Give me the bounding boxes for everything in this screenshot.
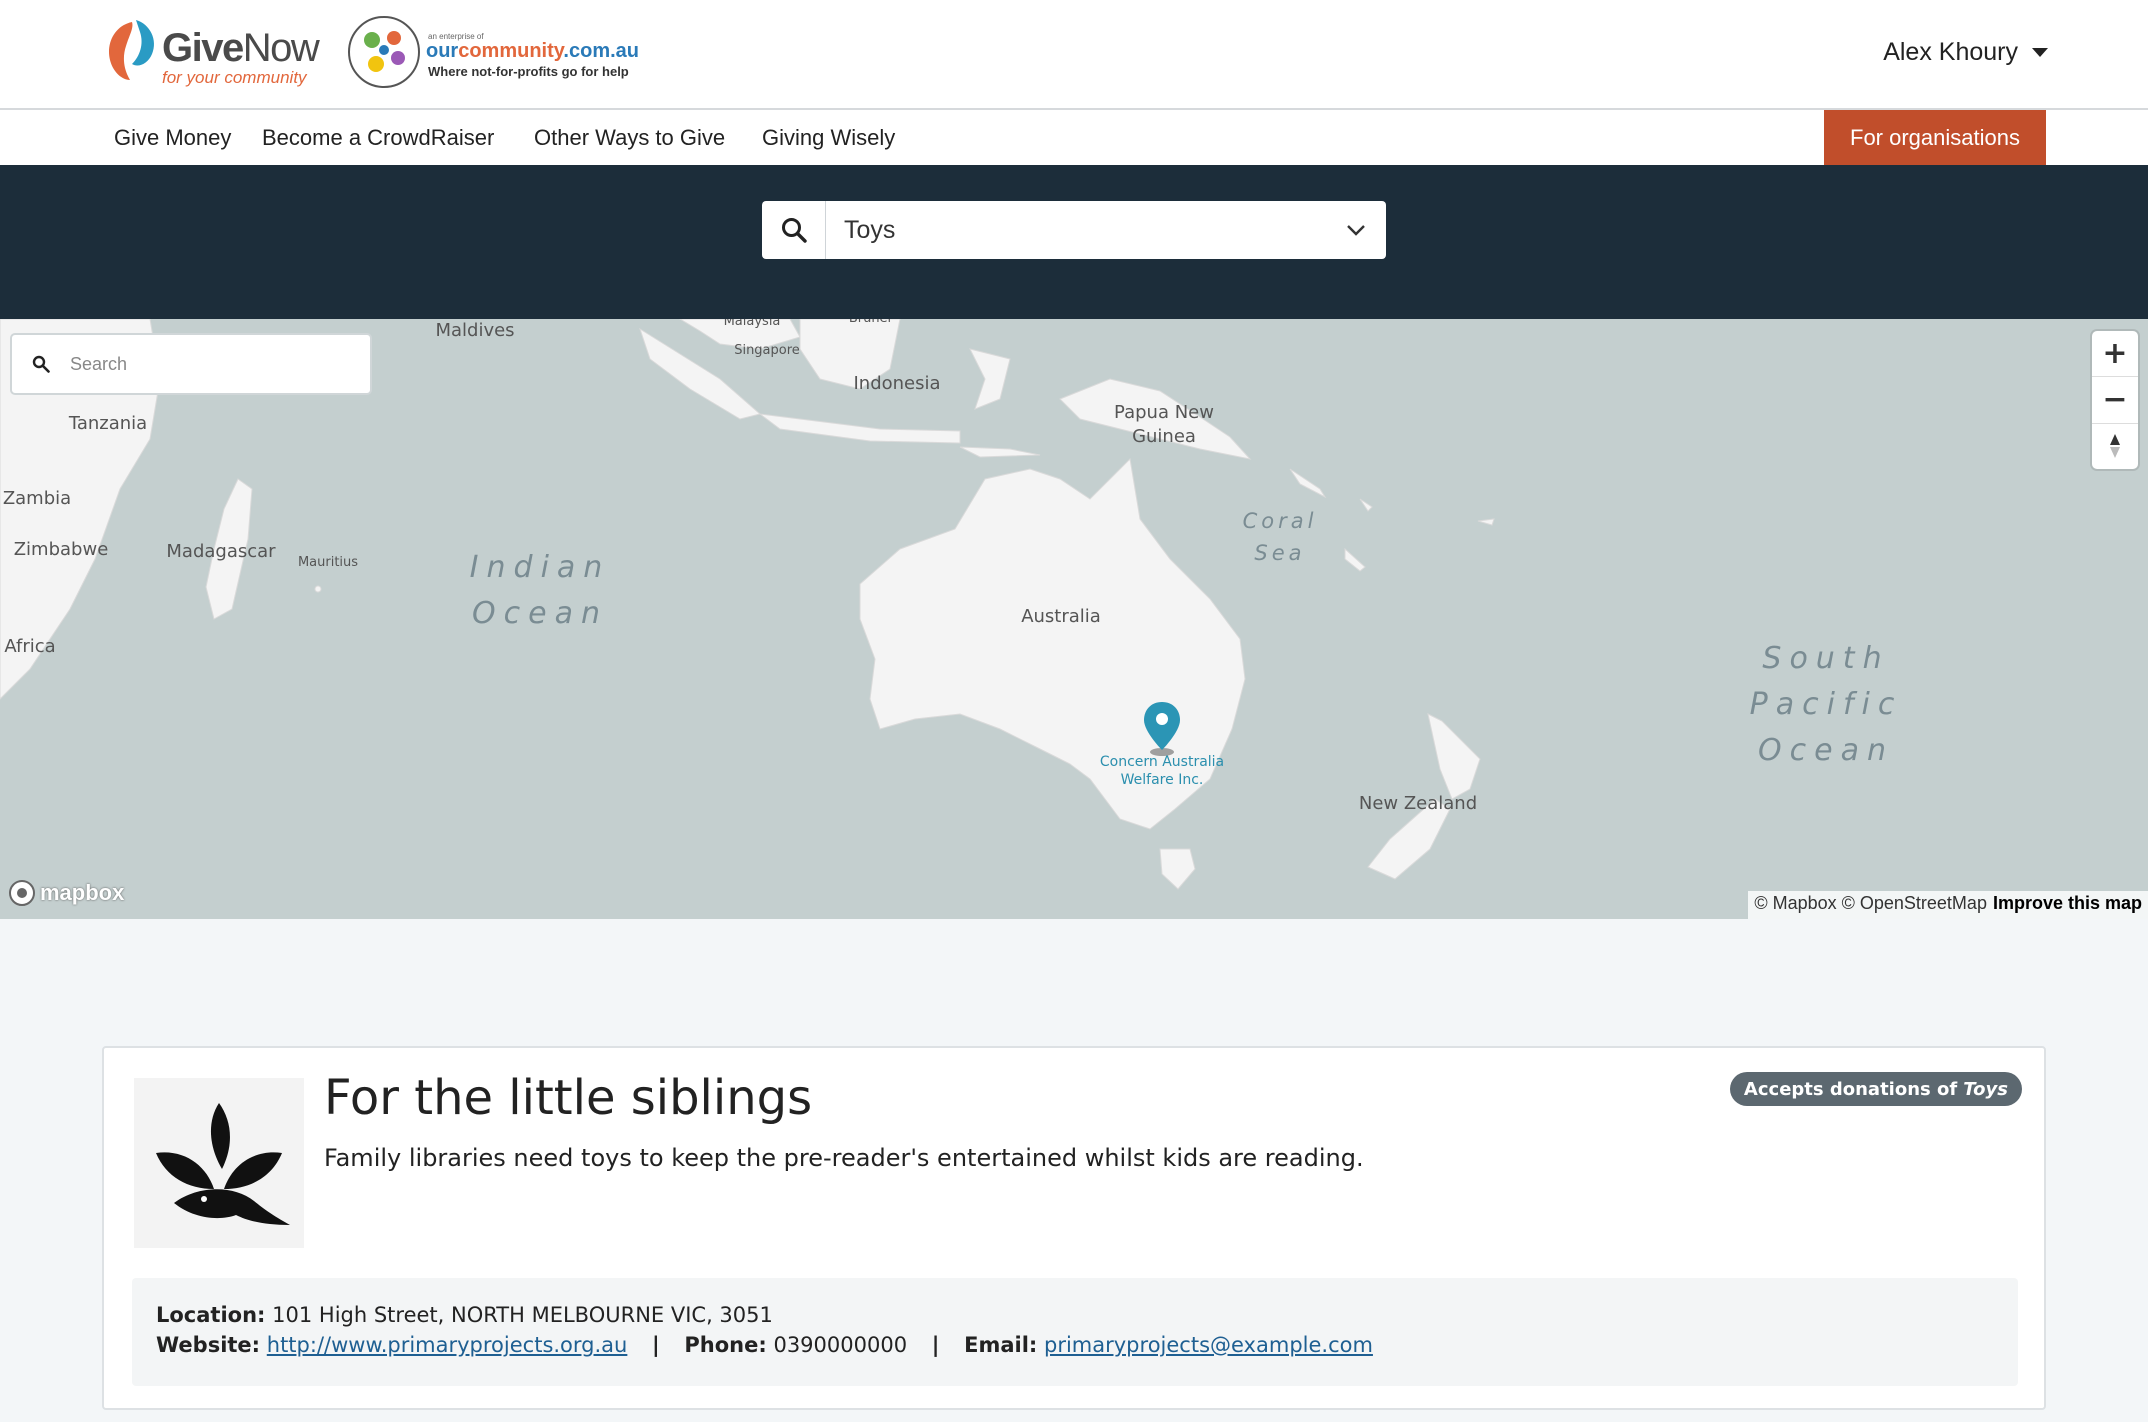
zoom-out-button[interactable]: −: [2092, 377, 2138, 424]
location-label: Location:: [156, 1303, 266, 1327]
map-search-box: [10, 333, 372, 395]
zoom-in-button[interactable]: +: [2092, 331, 2138, 378]
website-link[interactable]: http://www.primaryprojects.org.au: [267, 1333, 628, 1357]
email-label: Email:: [964, 1333, 1038, 1357]
nav-giving-wisely[interactable]: Giving Wisely: [762, 125, 895, 151]
for-organisations-button[interactable]: For organisations: [1824, 110, 2046, 165]
search-band: Toys: [0, 165, 2148, 319]
map-label-south-pacific-ocean: South Pacific Ocean: [1749, 641, 1903, 768]
listing-title: For the little siblings: [324, 1070, 813, 1126]
map-label-zambia: Zambia: [2, 488, 72, 509]
map-label-maldives: Maldives: [435, 320, 515, 341]
nav-give-money[interactable]: Give Money: [114, 125, 231, 151]
website-label: Website:: [156, 1333, 261, 1357]
listing-contact-details: Location: 101 High Street, NORTH MELBOUR…: [132, 1278, 2018, 1386]
category-select[interactable]: Toys: [762, 201, 1386, 259]
bird-leaf-logo-icon: [156, 1103, 290, 1225]
givenow-logo[interactable]: GiveNow for your community: [102, 16, 320, 92]
improve-map-link[interactable]: Improve this map: [1993, 893, 2142, 917]
listing-description: Family libraries need toys to keep the p…: [324, 1144, 1364, 1172]
nav-other-ways-to-give[interactable]: Other Ways to Give: [534, 125, 725, 151]
ourcommunity-tagline: Where not-for-profits go for help: [428, 64, 629, 79]
map-label-singapore: Singapore: [734, 343, 800, 358]
category-select-value: Toys: [844, 216, 896, 244]
accepts-donations-badge: Accepts donations of Toys: [1729, 1072, 2022, 1106]
map[interactable]: Maldives Malaysia Brunei Singapore Indon…: [0, 319, 2148, 919]
mapbox-icon: [9, 880, 35, 906]
ourcommunity-wordmark: ourcommunity.com.au: [426, 40, 639, 62]
map-label-australia: Australia: [1021, 606, 1101, 627]
separator: |: [652, 1333, 660, 1357]
map-attribution: © Mapbox © OpenStreetMap Improve this ma…: [1748, 891, 2148, 919]
map-label-indonesia: Indonesia: [853, 373, 941, 394]
map-label-papua-new-guinea: Papua New Guinea: [1114, 402, 1214, 447]
map-label-indian-ocean: Indian Ocean: [469, 550, 611, 631]
email-link[interactable]: primaryprojects@example.com: [1044, 1333, 1373, 1357]
map-label-coral-sea: Coral Sea: [1242, 509, 1318, 565]
phone-value: 0390000000: [773, 1333, 908, 1357]
contact-row: Website: http://www.primaryprojects.org.…: [156, 1330, 1994, 1360]
phone-label: Phone:: [684, 1333, 767, 1357]
map-zoom-controls: + −: [2092, 331, 2138, 469]
attribution-text[interactable]: © Mapbox © OpenStreetMap: [1754, 893, 1987, 917]
caret-down-icon: [2032, 48, 2048, 57]
mapbox-logo-text: mapbox: [40, 880, 125, 905]
listing-card: For the little siblings Family libraries…: [102, 1046, 2046, 1410]
search-icon: [762, 201, 826, 259]
nav-become-crowdraiser[interactable]: Become a CrowdRaiser: [262, 125, 494, 151]
user-menu[interactable]: Alex Khoury: [1883, 38, 2048, 67]
map-search-input[interactable]: [70, 353, 350, 375]
givenow-tagline: for your community: [162, 68, 307, 87]
givenow-drop-icon: [108, 20, 155, 80]
compass-icon[interactable]: [2092, 424, 2138, 469]
ourcommunity-logo[interactable]: an enterprise of ourcommunity.com.au Whe…: [346, 16, 646, 90]
givenow-wordmark: GiveNow: [162, 26, 320, 70]
map-label-new-zealand: New Zealand: [1358, 793, 1478, 814]
map-label-madagascar: Madagascar: [166, 541, 276, 562]
user-name: Alex Khoury: [1883, 38, 2018, 66]
map-marker-label[interactable]: Concern Australia Welfare Inc.: [1100, 753, 1224, 789]
main-nav: Give Money Become a CrowdRaiser Other Wa…: [0, 110, 2148, 165]
chevron-down-icon: [1326, 201, 1386, 259]
map-label-malaysia: Malaysia: [723, 319, 781, 329]
map-label-zimbabwe: Zimbabwe: [13, 539, 109, 560]
location-row: Location: 101 High Street, NORTH MELBOUR…: [156, 1300, 1994, 1330]
top-header: GiveNow for your community an enterprise…: [0, 0, 2148, 110]
listing-image[interactable]: [134, 1078, 304, 1248]
map-pin-icon[interactable]: [1141, 700, 1183, 760]
mapbox-logo[interactable]: mapbox: [8, 879, 124, 907]
ourcommunity-emblem-icon: [348, 16, 420, 88]
location-value: 101 High Street, NORTH MELBOURNE VIC, 30…: [272, 1303, 773, 1327]
map-label-brunei: Brunei: [849, 319, 891, 331]
map-label-africa: Africa: [4, 636, 56, 657]
search-icon: [12, 355, 70, 373]
separator: |: [931, 1333, 940, 1357]
map-label-mauritius: Mauritius: [297, 555, 359, 570]
map-label-tanzania: Tanzania: [68, 413, 148, 434]
